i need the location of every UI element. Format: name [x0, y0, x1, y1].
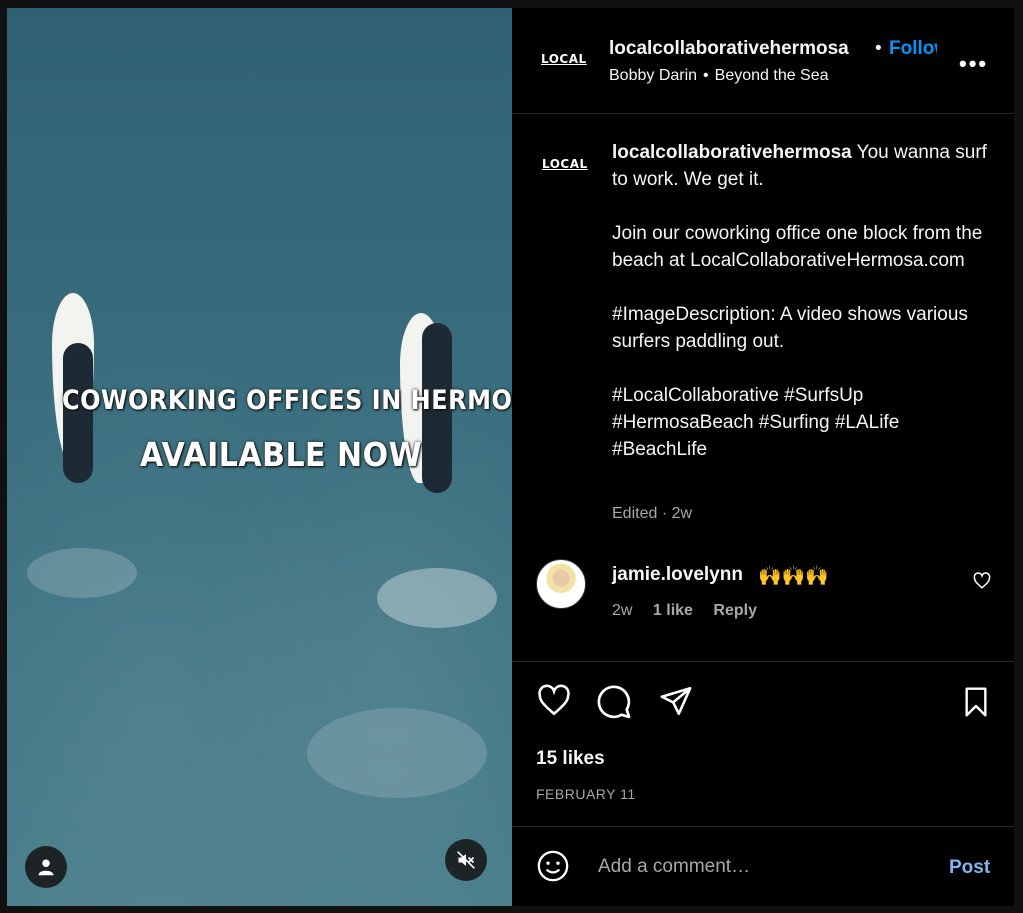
header-username-link[interactable]: localcollaborativehermosa [609, 38, 849, 60]
comment-likes-link[interactable]: 1 like [653, 602, 693, 619]
comment-username-link[interactable]: jamie.lovelynn [612, 564, 743, 586]
audio-separator: • [703, 67, 709, 84]
comment-item: jamie.lovelynn 🙌🙌🙌 2w 1 like Reply [512, 556, 1014, 656]
reply-button[interactable]: Reply [713, 602, 757, 619]
audio-info[interactable]: Bobby Darin • Beyond the Sea [609, 67, 829, 85]
comment-input[interactable] [596, 851, 920, 883]
add-comment-bar: Post [512, 826, 1014, 906]
bookmark-icon [965, 687, 987, 717]
account-logo[interactable]: LOCAL [541, 52, 589, 72]
comment-time: 2w [612, 602, 633, 619]
heart-icon [538, 684, 570, 716]
tagged-users-button[interactable] [25, 846, 67, 888]
audio-track[interactable]: Beyond the Sea [715, 67, 829, 84]
post-comment-button[interactable]: Post [949, 857, 990, 879]
video-overlay-title: COWORKING OFFICES IN HERMOSA [62, 384, 512, 416]
comment-meta: 2w 1 like Reply [612, 602, 773, 620]
avatar[interactable] [536, 559, 586, 609]
comment-text: 🙌🙌🙌 [758, 566, 829, 587]
follow-button[interactable]: Follow [889, 38, 937, 60]
user-icon [38, 859, 54, 876]
save-button[interactable] [960, 684, 992, 725]
share-button[interactable] [658, 684, 694, 723]
caption-meta: Edited · 2w [612, 505, 693, 522]
muted-speaker-icon [457, 851, 475, 869]
emoji-picker-button[interactable] [536, 849, 570, 888]
heart-icon [973, 572, 991, 589]
caption-line2: Join our coworking office one block from… [612, 223, 983, 271]
like-button[interactable] [536, 684, 572, 723]
more-options-button[interactable]: ••• [959, 51, 988, 77]
caption-line3: #ImageDescription: A video shows various… [612, 304, 968, 352]
video-overlay-subtitle: AVAILABLE NOW [140, 436, 423, 475]
paper-plane-icon [660, 686, 692, 716]
post-details-panel: LOCAL localcollaborativehermosa • Follow… [512, 8, 1014, 906]
comment-bubble-icon [597, 685, 631, 719]
likes-count[interactable]: 15 likes [536, 748, 605, 770]
smiley-icon [537, 850, 569, 882]
comment-like-button[interactable] [973, 572, 991, 595]
video-player[interactable]: COWORKING OFFICES IN HERMOSA AVAILABLE N… [7, 8, 512, 906]
post-modal: COWORKING OFFICES IN HERMOSA AVAILABLE N… [7, 8, 1014, 906]
caption-username-link[interactable]: localcollaborativehermosa [612, 142, 852, 163]
audio-artist[interactable]: Bobby Darin [609, 67, 697, 84]
post-date: FEBRUARY 11 [536, 786, 636, 802]
mute-toggle-button[interactable] [445, 839, 487, 881]
post-header: LOCAL localcollaborativehermosa • Follow… [512, 8, 1014, 114]
caption-text: localcollaborativehermosa You wanna surf… [612, 139, 992, 490]
header-separator: • [875, 38, 882, 59]
post-actions: 15 likes FEBRUARY 11 [512, 661, 1014, 827]
caption-hashtags[interactable]: #LocalCollaborative #SurfsUp #HermosaBea… [612, 382, 992, 463]
caption-account-logo[interactable]: LOCAL [542, 157, 590, 177]
comment-button[interactable] [596, 684, 632, 725]
